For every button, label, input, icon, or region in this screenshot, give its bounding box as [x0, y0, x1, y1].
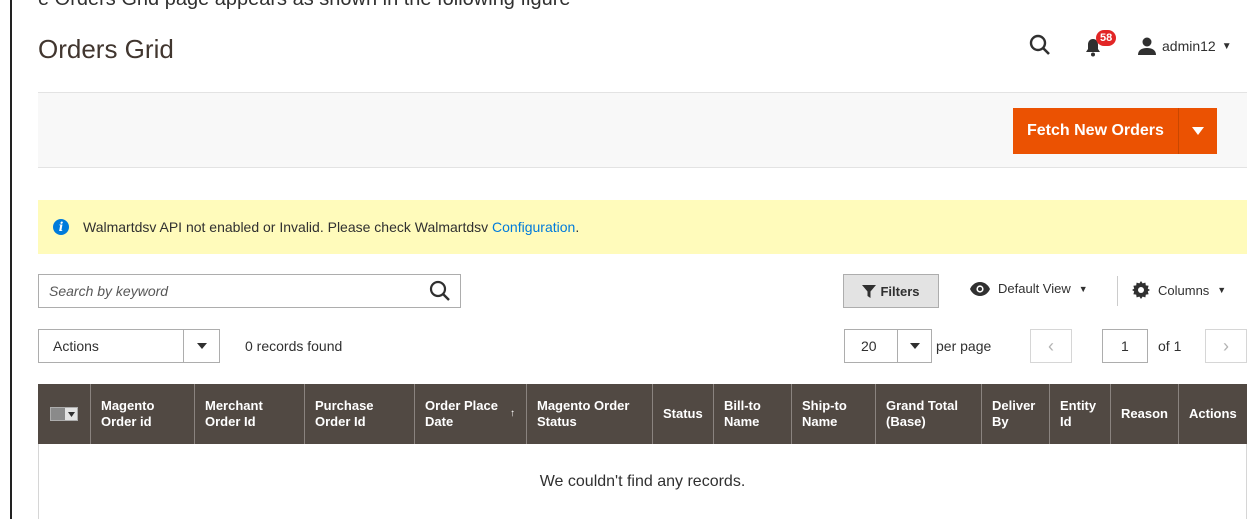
fetch-new-orders-split-button: Fetch New Orders — [1013, 108, 1217, 154]
eye-icon — [970, 281, 990, 296]
per-page-dropdown[interactable]: 20 — [844, 329, 932, 363]
filters-label: Filters — [880, 283, 920, 299]
page-left-border — [10, 0, 12, 519]
column-header-actions: Actions — [1189, 406, 1237, 421]
mass-select-checkbox[interactable] — [38, 384, 91, 444]
page-title: Orders Grid — [38, 34, 174, 64]
columns-control[interactable]: Columns ▼ — [1132, 281, 1226, 299]
orders-grid-header: Magento Order id Merchant Order Id Purchas… — [38, 384, 1247, 444]
notification-count-badge: 58 — [1096, 30, 1117, 46]
column-header-deliver-by[interactable]: Deliver By — [982, 384, 1050, 444]
fetch-new-orders-button[interactable]: Fetch New Orders — [1013, 108, 1179, 154]
notice-text: Walmartdsv API not enabled or Invalid. P… — [83, 219, 493, 235]
caption-fragment: e Orders Grid page appears as shown in t… — [38, 0, 571, 11]
mass-actions-dropdown[interactable]: Actions — [38, 329, 220, 363]
toolbar-divider — [1117, 276, 1118, 306]
column-header-magento-order-status[interactable]: Magento Order Status — [527, 384, 653, 444]
chevron-right-icon: › — [1223, 335, 1229, 356]
chevron-down-icon — [183, 330, 219, 362]
global-search-icon[interactable] — [1029, 34, 1053, 58]
per-page-value: 20 — [861, 338, 877, 354]
page-header: Orders Grid 58 admin12 ▼ — [38, 30, 1247, 70]
filters-button[interactable]: Filters — [843, 274, 939, 308]
user-icon — [1138, 37, 1156, 55]
column-header-bill-to-name[interactable]: Bill-to Name — [714, 384, 792, 444]
chevron-down-icon: ▼ — [1221, 40, 1232, 52]
empty-grid-message: We couldn't find any records. — [38, 444, 1247, 519]
columns-label: Columns — [1158, 282, 1210, 298]
column-header-reason[interactable]: Reason — [1111, 384, 1179, 444]
chevron-down-icon: ▼ — [1078, 283, 1088, 294]
filter-icon — [862, 284, 877, 298]
page-actions-bar: Fetch New Orders — [38, 92, 1247, 168]
records-count: 0 records found — [245, 338, 343, 354]
configuration-notice: i Walmartdsv API not enabled or Invalid.… — [38, 200, 1247, 254]
chevron-left-icon: ‹ — [1048, 335, 1054, 356]
search-input[interactable] — [39, 275, 420, 307]
notice-suffix: . — [575, 219, 580, 235]
column-header-merchant-order-id[interactable]: Merchant Order Id — [195, 384, 305, 444]
column-header-status[interactable]: Status — [653, 384, 714, 444]
gear-icon — [1132, 281, 1150, 299]
total-pages: of 1 — [1158, 338, 1182, 354]
view-label: Default View — [998, 281, 1071, 296]
column-header-grand-total[interactable]: Grand Total (Base) — [876, 384, 982, 444]
notifications-button[interactable]: 58 — [1084, 30, 1124, 60]
previous-page-button[interactable]: ‹ — [1030, 329, 1072, 363]
configuration-link[interactable]: Configuration — [492, 219, 575, 235]
info-icon: i — [53, 219, 69, 235]
chevron-down-icon: ▼ — [1217, 285, 1227, 295]
mass-actions-label: Actions — [53, 338, 99, 354]
column-header-order-place-date[interactable]: Order Place Date ↑ — [415, 384, 527, 444]
caret-down-icon — [1191, 127, 1204, 135]
user-menu[interactable]: admin12 ▼ — [1138, 34, 1232, 58]
column-header-purchase-order-id[interactable]: Purchase Order Id — [305, 384, 415, 444]
keyword-search — [38, 274, 461, 308]
sort-arrow-icon: ↑ — [510, 408, 515, 419]
per-page-label: per page — [936, 338, 992, 354]
username: admin12 — [1162, 38, 1216, 54]
search-submit-button[interactable] — [420, 275, 460, 307]
column-header-magento-order-id[interactable]: Magento Order id — [91, 384, 195, 444]
current-page-input[interactable]: 1 — [1102, 329, 1148, 363]
fetch-options-toggle[interactable] — [1179, 108, 1217, 154]
search-icon — [429, 280, 450, 301]
column-header-entity-id[interactable]: Entity Id — [1050, 384, 1111, 444]
column-header-ship-to-name[interactable]: Ship-to Name — [792, 384, 876, 444]
chevron-down-icon — [897, 330, 931, 362]
view-switcher[interactable]: Default View ▼ — [970, 281, 1088, 296]
next-page-button[interactable]: › — [1205, 329, 1247, 363]
